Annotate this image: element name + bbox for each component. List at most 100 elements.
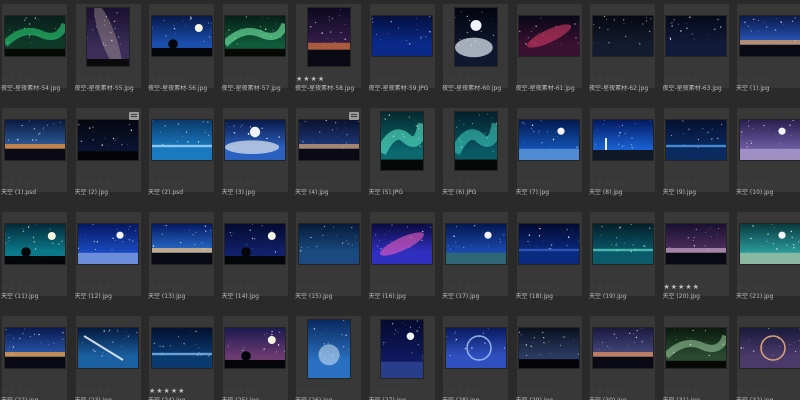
thumbnail-image[interactable] [225,16,285,56]
thumbnail-image[interactable] [78,328,138,368]
thumbnail-cell[interactable]: ☆☆☆☆☆ 天空 (18).jpg [515,212,584,316]
thumbnail-image[interactable] [445,328,506,368]
thumbnail-cell[interactable]: ☆☆☆☆☆ 天空 (1).jpg [735,4,800,108]
thumbnail-image[interactable] [739,16,800,56]
thumbnail-image[interactable] [4,328,65,368]
thumbnail-cell[interactable]: ☆☆☆☆☆ 天空 (2).psd [147,108,216,212]
thumbnail-cell[interactable]: ☆☆☆☆☆ 夜空-星夜素材-59.JPG [368,4,437,108]
rating-stars[interactable]: ☆☆☆☆☆ [517,75,553,83]
thumbnail-cell[interactable]: ☆☆☆☆☆ 天空 (9).jpg [662,108,731,212]
thumbnail-image[interactable] [372,224,432,264]
thumbnail-image[interactable] [225,120,285,160]
thumbnail-image[interactable] [307,8,350,66]
rating-stars[interactable]: ☆☆☆☆☆ [2,75,38,83]
thumbnail-cell[interactable]: ☆☆☆☆☆ 天空 (17).jpg [441,212,510,316]
rating-stars[interactable]: ☆☆☆☆☆ [517,179,553,187]
thumbnail-image[interactable] [4,224,65,264]
thumbnail-cell[interactable]: ☆☆☆☆☆ 天空 (15).jpg [294,212,363,316]
thumbnail-cell[interactable]: ☆☆☆☆☆ 天空 (3).jpg [221,108,290,212]
thumbnail-image[interactable] [739,120,800,160]
rating-stars[interactable]: ☆☆☆☆☆ [590,179,626,187]
thumbnail-cell[interactable]: ☆☆☆☆☆ 夜空-星夜素材-55.jpg [74,4,143,108]
thumbnail-image[interactable] [739,224,800,264]
thumbnail-image[interactable] [454,112,497,170]
thumbnail-image[interactable] [372,16,432,56]
rating-stars[interactable]: ★★★★ [296,75,325,83]
rating-stars[interactable]: ☆☆☆☆☆ [737,283,773,291]
rating-stars[interactable]: ☆☆☆☆☆ [737,75,773,83]
thumbnail-image[interactable] [739,328,800,368]
rating-stars[interactable]: ☆☆☆☆☆ [2,283,38,291]
thumbnail-image[interactable] [519,120,579,160]
thumbnail-image[interactable] [519,224,579,264]
thumbnail-cell[interactable]: ☆☆☆☆☆ 天空 (19).jpg [588,212,657,316]
thumbnail-cell[interactable]: ☆☆☆☆☆天空 (25).jpg [221,316,290,400]
thumbnail-image[interactable] [519,16,579,56]
thumbnail-cell[interactable]: ☆☆☆☆☆ 天空 (5).JPG [368,108,437,212]
rating-stars[interactable]: ★★★★★ [664,283,700,291]
thumbnail-image[interactable] [78,120,138,160]
thumbnail-image[interactable] [592,120,653,160]
rating-stars[interactable]: ☆☆☆☆☆ [370,283,406,291]
thumbnail-cell[interactable]: ☆☆☆☆☆天空 (27).jpg [368,316,437,400]
thumbnail-image[interactable] [307,320,350,378]
rating-stars[interactable]: ☆☆☆☆☆ [223,283,259,291]
thumbnail-image[interactable] [666,224,726,264]
rating-stars[interactable]: ☆☆☆☆☆ [370,75,406,83]
thumbnail-cell[interactable]: ☆☆☆☆☆ 天空 (16).jpg [368,212,437,316]
thumbnail-cell[interactable]: ☆☆☆☆☆ 夜空-星夜素材-63.jpg [662,4,731,108]
thumbnail-image[interactable] [225,328,285,368]
thumbnail-image[interactable] [666,120,726,160]
rating-stars[interactable]: ☆☆☆☆☆ [223,387,259,395]
rating-stars[interactable]: ☆☆☆☆☆ [590,387,626,395]
thumbnail-image[interactable] [592,16,653,56]
rating-stars[interactable]: ★★★★★ [149,387,185,395]
rating-stars[interactable]: ☆☆☆☆☆ [590,283,626,291]
thumbnail-image[interactable] [151,120,212,160]
rating-stars[interactable]: ☆☆☆☆☆ [296,179,332,187]
thumbnail-cell[interactable]: ☆☆☆☆☆ 夜空-星夜素材-54.jpg [0,4,69,108]
rating-stars[interactable]: ☆☆☆☆☆ [370,179,406,187]
thumbnail-cell[interactable]: ☆☆☆☆☆ 天空 (1).psd [0,108,69,212]
thumbnail-cell[interactable]: ☆☆☆☆☆ 天空 (21).jpg [735,212,800,316]
thumbnail-cell[interactable]: ☆☆☆☆☆ 夜空-星夜素材-60.jpg [441,4,510,108]
rating-stars[interactable]: ☆☆☆☆☆ [664,387,700,395]
rating-stars[interactable]: ☆☆☆☆☆ [737,387,773,395]
rating-stars[interactable]: ☆☆☆☆☆ [370,387,406,395]
rating-stars[interactable]: ☆☆☆☆☆ [443,179,479,187]
thumbnail-image[interactable] [151,224,212,264]
thumbnail-image[interactable] [666,16,726,56]
thumbnail-cell[interactable]: ☆☆☆☆☆天空 (26).jpg [294,316,363,400]
rating-stars[interactable]: ☆☆☆☆☆ [517,387,553,395]
thumbnail-cell[interactable]: ☆☆☆☆☆ 夜空-星夜素材-62.jpg [588,4,657,108]
thumbnail-cell[interactable]: ☆☆☆☆☆ 天空 (12).jpg [74,212,143,316]
rating-stars[interactable]: ☆☆☆☆☆ [443,283,479,291]
thumbnail-cell[interactable]: ☆☆☆☆☆天空 (29).jpg [515,316,584,400]
thumbnail-cell[interactable]: ☆☆☆☆☆ 天空 (4).jpg [294,108,363,212]
thumbnail-cell[interactable]: ☆☆☆☆☆ 夜空-星夜素材-61.jpg [515,4,584,108]
thumbnail-cell[interactable]: ☆☆☆☆☆天空 (31).jpg [662,316,731,400]
rating-stars[interactable]: ☆☆☆☆☆ [76,179,112,187]
thumbnail-cell[interactable]: ☆☆☆☆☆天空 (30).jpg [588,316,657,400]
thumbnail-cell[interactable]: ☆☆☆☆☆ 天空 (14).jpg [221,212,290,316]
rating-stars[interactable]: ☆☆☆☆☆ [664,179,700,187]
thumbnail-cell[interactable]: ☆☆☆☆☆ 天空 (11).jpg [0,212,69,316]
rating-stars[interactable]: ☆☆☆☆☆ [517,283,553,291]
thumbnail-cell[interactable]: ☆☆☆☆☆ 天空 (8).jpg [588,108,657,212]
thumbnail-cell[interactable]: ☆☆☆☆☆天空 (28).jpg [441,316,510,400]
rating-stars[interactable]: ☆☆☆☆☆ [2,387,38,395]
rating-stars[interactable]: ☆☆☆☆☆ [590,75,626,83]
thumbnail-image[interactable] [78,224,138,264]
rating-stars[interactable]: ☆☆☆☆☆ [443,387,479,395]
thumbnail-image[interactable] [445,224,506,264]
thumbnail-image[interactable] [298,120,359,160]
thumbnail-cell[interactable]: ☆☆☆☆☆ 天空 (6).JPG [441,108,510,212]
rating-stars[interactable]: ☆☆☆☆☆ [664,75,700,83]
rating-stars[interactable]: ☆☆☆☆☆ [443,75,479,83]
rating-stars[interactable]: ☆☆☆☆☆ [296,283,332,291]
thumbnail-cell[interactable]: ☆☆☆☆☆天空 (23).jpg [74,316,143,400]
thumbnail-cell[interactable]: ★★★★★ 天空 (20).jpg [662,212,731,316]
thumbnail-cell[interactable]: ☆☆☆☆☆天空 (22).jpg [0,316,69,400]
rating-stars[interactable]: ☆☆☆☆☆ [223,75,259,83]
thumbnail-cell[interactable]: ★★★★ 夜空-星夜素材-58.jpg [294,4,363,108]
